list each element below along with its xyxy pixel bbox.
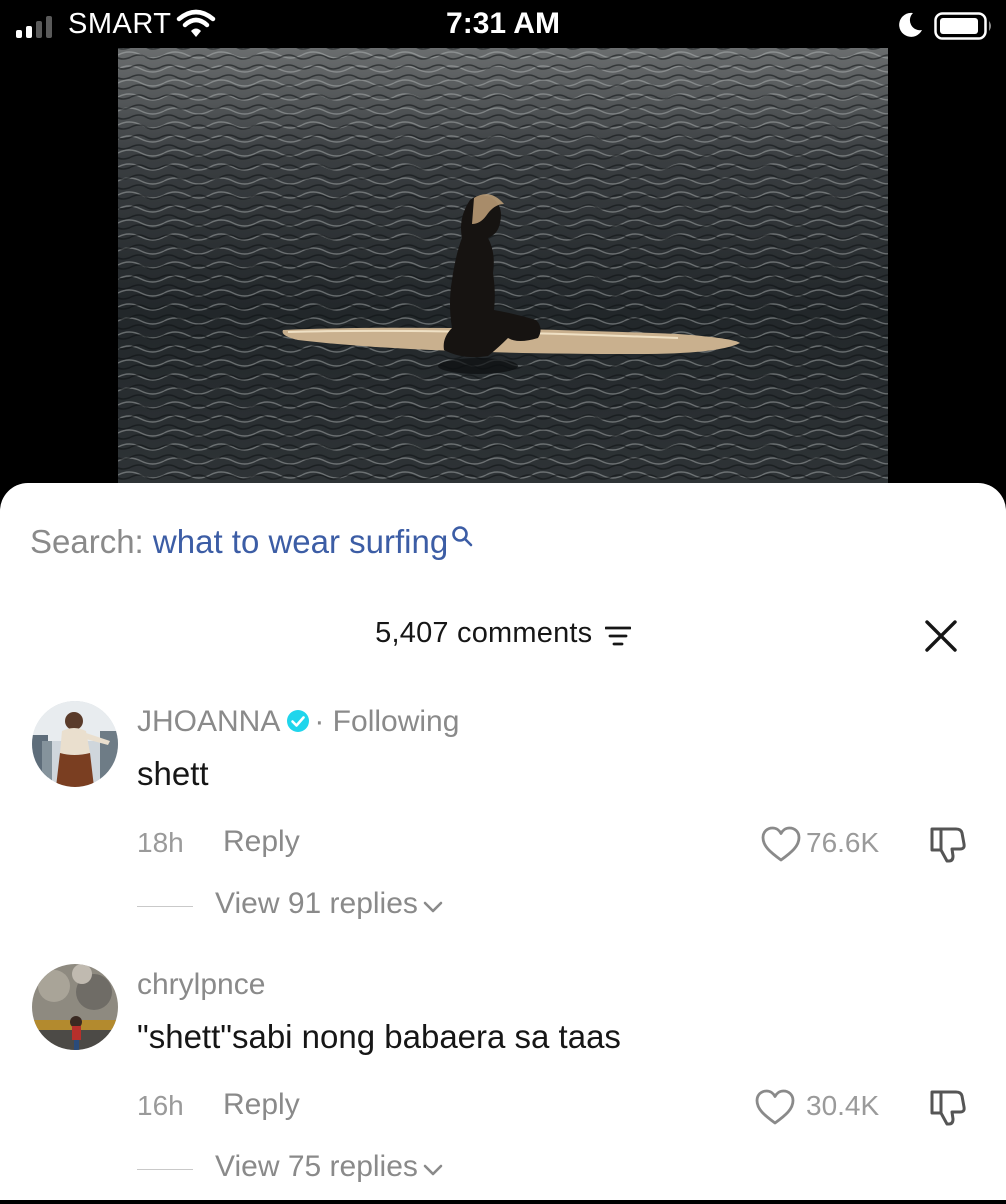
- verified-icon: [287, 709, 310, 732]
- comments-sheet: Search: what to wear surfing 5,407 comme…: [0, 483, 1006, 1200]
- view-replies-label: View 91 replies: [215, 887, 418, 920]
- chevron-down-icon: [423, 1164, 443, 1176]
- dislike-icon[interactable]: [928, 824, 968, 864]
- heart-icon[interactable]: [754, 1088, 796, 1126]
- status-time: 7:31 AM: [446, 7, 560, 40]
- comment-text: "shett"sabi nong babaera sa taas: [137, 1018, 621, 1055]
- comment-item: JHOANNA · Following shett 18h Reply 76.6…: [0, 701, 1006, 941]
- comment-time: 18h: [137, 827, 184, 858]
- like-count: 30.4K: [806, 1090, 880, 1121]
- comments-header: 5,407 comments: [0, 617, 1006, 650]
- comment-author-line: chrylpnce: [137, 968, 265, 1002]
- like-count: 76.6K: [806, 827, 880, 858]
- view-replies-button[interactable]: View 75 replies: [137, 1150, 444, 1184]
- comment-text: shett: [137, 755, 209, 792]
- comment-item: chrylpnce "shett"sabi nong babaera sa ta…: [0, 964, 1006, 1204]
- close-icon[interactable]: [924, 619, 958, 653]
- comment-time: 16h: [137, 1090, 184, 1121]
- search-prefix: Search:: [30, 523, 153, 560]
- search-suggestion[interactable]: Search: what to wear surfing: [30, 523, 474, 561]
- filter-icon[interactable]: [604, 624, 631, 648]
- dislike-icon[interactable]: [928, 1087, 968, 1127]
- replies-divider: [137, 1169, 193, 1171]
- status-bar: SMART 7:31 AM: [0, 0, 1006, 48]
- search-query-link[interactable]: what to wear surfing: [153, 523, 448, 560]
- comment-username[interactable]: JHOANNA: [137, 705, 280, 738]
- video-player[interactable]: [0, 48, 1006, 498]
- replies-divider: [137, 906, 193, 908]
- moon-icon: [899, 12, 922, 37]
- avatar[interactable]: [32, 964, 118, 1050]
- chevron-down-icon: [423, 901, 443, 913]
- video-frame[interactable]: [118, 48, 888, 488]
- comments-count: 5,407 comments: [375, 617, 593, 649]
- battery-icon: [934, 12, 991, 40]
- reply-button[interactable]: Reply: [223, 1088, 300, 1122]
- view-replies-button[interactable]: View 91 replies: [137, 887, 444, 921]
- comment-author-line: JHOANNA · Following: [137, 705, 459, 739]
- search-icon[interactable]: [450, 525, 474, 549]
- following-label: · Following: [314, 705, 460, 738]
- reply-button[interactable]: Reply: [223, 825, 300, 859]
- comment-username[interactable]: chrylpnce: [137, 968, 265, 1001]
- avatar[interactable]: [32, 701, 118, 787]
- view-replies-label: View 75 replies: [215, 1150, 418, 1183]
- surfer-video-image: [118, 48, 888, 488]
- heart-icon[interactable]: [760, 825, 802, 863]
